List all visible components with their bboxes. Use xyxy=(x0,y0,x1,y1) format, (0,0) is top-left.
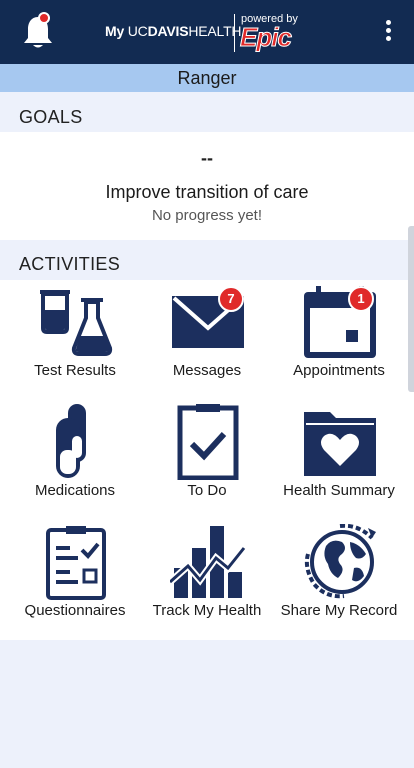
goal-placeholder: -- xyxy=(201,148,213,168)
notification-dot xyxy=(38,12,50,24)
goals-heading: GOALS xyxy=(0,96,414,134)
activity-to-do[interactable]: To Do xyxy=(140,402,274,512)
brand-davis: DAVIS xyxy=(147,23,189,39)
goal-progress: No progress yet! xyxy=(151,207,263,224)
activities-grid: Test Results 7 Messages 1 Appointments M… xyxy=(0,280,414,640)
trend-chart-icon xyxy=(170,526,246,598)
activity-label: Share My Record xyxy=(280,602,398,619)
folder-heart-icon xyxy=(304,412,376,476)
checklist-icon xyxy=(46,526,106,600)
activity-medications[interactable]: Medications xyxy=(8,402,142,512)
brand-uc: UC xyxy=(127,23,148,39)
activity-questionnaires[interactable]: Questionnaires xyxy=(8,522,142,632)
activity-label: Appointments xyxy=(293,362,385,379)
activity-messages[interactable]: 7 Messages xyxy=(140,282,274,392)
activity-track-my-health[interactable]: Track My Health xyxy=(140,522,274,632)
activities-heading: ACTIVITIES xyxy=(0,243,414,281)
activity-label: Questionnaires xyxy=(24,602,126,619)
globe-share-icon xyxy=(304,524,376,599)
activity-test-results[interactable]: Test Results xyxy=(8,282,142,392)
activity-share-my-record[interactable]: Share My Record xyxy=(272,522,406,632)
activity-label: Test Results xyxy=(34,362,116,379)
epic-logo: Epic xyxy=(240,22,293,53)
brand-my: My xyxy=(105,23,125,39)
clipboard-check-icon xyxy=(177,404,239,480)
activity-label: To Do xyxy=(187,482,227,499)
activity-label: Health Summary xyxy=(283,482,395,499)
pills-icon xyxy=(56,404,86,478)
activity-appointments[interactable]: 1 Appointments xyxy=(272,282,406,392)
kebab-menu-icon[interactable] xyxy=(378,20,398,46)
messages-badge: 7 xyxy=(218,286,244,312)
activity-label: Medications xyxy=(34,482,116,499)
brand-logo: My UCDAVISHEALTH xyxy=(105,23,242,39)
edge-panel-handle[interactable] xyxy=(408,226,414,392)
goal-title: Improve transition of care xyxy=(105,182,309,202)
appointments-badge: 1 xyxy=(348,286,374,312)
app-header: My UCDAVISHEALTH powered by Epic xyxy=(0,0,414,64)
activity-label: Messages xyxy=(172,362,242,379)
brand-divider xyxy=(234,14,235,52)
activity-health-summary[interactable]: Health Summary xyxy=(272,402,406,512)
lab-flask-icon xyxy=(40,290,113,356)
goals-card[interactable]: -- Improve transition of care No progres… xyxy=(0,132,414,240)
patient-name-bar[interactable]: Ranger xyxy=(0,64,414,92)
activity-label: Track My Health xyxy=(152,602,262,619)
